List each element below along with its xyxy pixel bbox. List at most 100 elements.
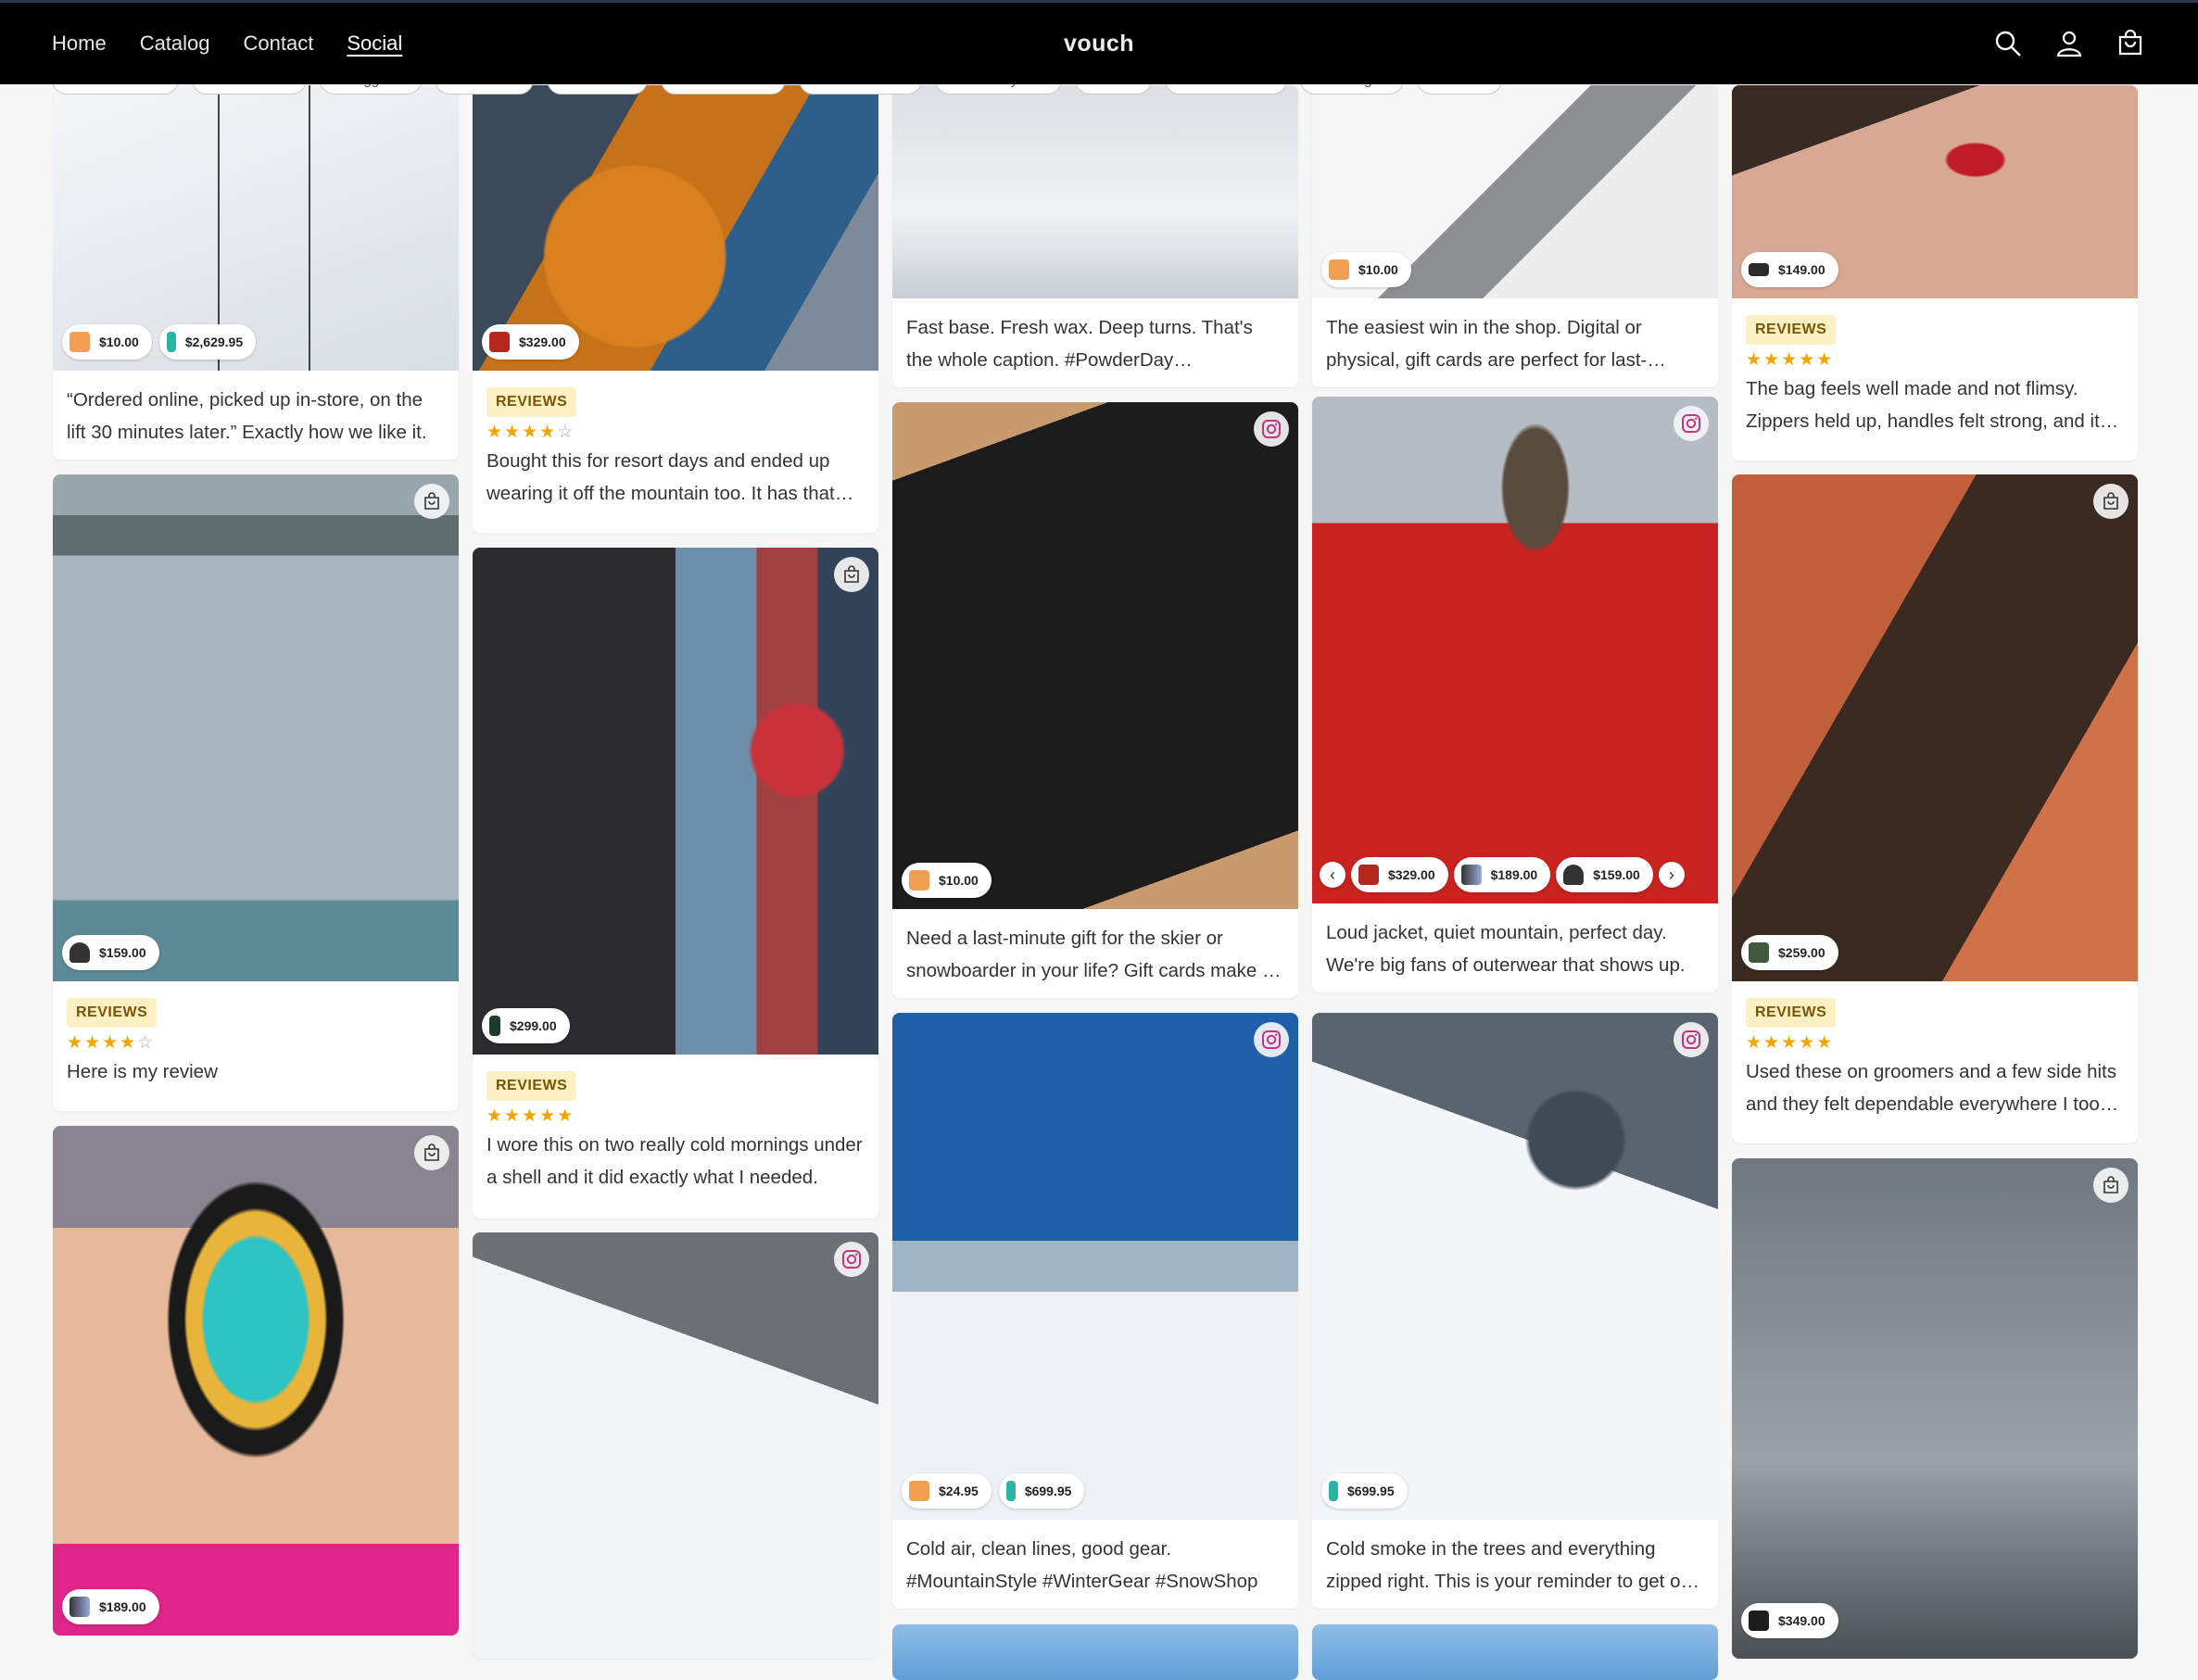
post-image[interactable]: $149.00 (1732, 85, 2138, 298)
instagram-icon[interactable] (1674, 1022, 1709, 1057)
binding-thumb (1749, 942, 1769, 963)
product-tag[interactable]: $159.00 (62, 935, 159, 970)
shop-bag-icon[interactable] (2093, 1168, 2129, 1203)
post-image[interactable]: $24.95 $699.95 (892, 1013, 1298, 1520)
cart-icon[interactable] (2115, 28, 2146, 59)
product-tag[interactable]: $10.00 (902, 863, 992, 898)
nav-contact[interactable]: Contact (244, 32, 314, 56)
account-icon[interactable] (2053, 28, 2085, 59)
ugc-post-card[interactable]: $349.00 (1732, 1158, 2138, 1659)
post-caption: Cold smoke in the trees and everything z… (1326, 1538, 1697, 1592)
bottle-thumb (489, 1016, 500, 1036)
post-image[interactable]: $10.00 (892, 402, 1298, 909)
review-card[interactable]: $259.00 REVIEWS ★★★★★ Used these on groo… (1732, 474, 2138, 1143)
ugc-post-card[interactable]: $10.00 The easiest win in the shop. Digi… (1312, 85, 1718, 387)
giftcard-thumb (909, 1481, 929, 1501)
post-image[interactable] (1312, 1624, 1718, 1680)
review-text: Here is my review (67, 1061, 218, 1082)
jacket-thumb (1358, 865, 1379, 885)
product-tag[interactable]: $299.00 (482, 1008, 570, 1043)
chevron-right-icon[interactable]: › (1658, 862, 1685, 888)
product-tag[interactable]: $699.95 (1321, 1473, 1408, 1509)
reviews-badge: REVIEWS (67, 998, 158, 1028)
boots-thumb (1749, 1611, 1769, 1631)
review-text: The bag feels well made and not flimsy. … (1746, 378, 2120, 432)
post-image[interactable] (892, 85, 1298, 298)
post-caption: Fast base. Fresh wax. Deep turns. That's… (906, 317, 1253, 371)
review-card[interactable]: $149.00 REVIEWS ★★★★★ The bag feels well… (1732, 85, 2138, 461)
post-image[interactable]: $10.00 $2,629.95 (53, 85, 459, 371)
reviews-badge: REVIEWS (1746, 315, 1837, 345)
product-tag[interactable]: $329.00 (482, 324, 579, 360)
post-image[interactable]: $349.00 (1732, 1158, 2138, 1659)
post-image[interactable]: $259.00 (1732, 474, 2138, 981)
product-tag[interactable]: $189.00 (62, 1589, 159, 1624)
review-card[interactable]: $329.00 REVIEWS ★★★★☆ Bought this for re… (473, 85, 878, 533)
product-tag[interactable]: $189.00 (1453, 857, 1551, 892)
instagram-icon[interactable] (1674, 406, 1709, 441)
post-image[interactable]: $329.00 (473, 85, 878, 371)
product-tag[interactable]: $2,629.95 (158, 324, 257, 360)
goggles-thumb (69, 1597, 90, 1617)
instagram-icon[interactable] (834, 1242, 869, 1277)
instagram-icon[interactable] (1254, 411, 1289, 447)
giftcard-thumb (909, 870, 929, 891)
nav-home[interactable]: Home (52, 32, 107, 56)
shop-bag-icon[interactable] (414, 484, 449, 519)
reviews-badge: REVIEWS (486, 387, 577, 417)
ugc-post-card[interactable]: ‹ $329.00 $189.00 $159.00 › Loud jacket,… (1312, 397, 1718, 992)
post-caption: “Ordered online, picked up in-store, on … (67, 389, 427, 443)
product-tag[interactable]: $159.00 (1556, 857, 1653, 892)
post-caption: Loud jacket, quiet mountain, perfect day… (1326, 922, 1686, 976)
brand-logo[interactable]: vouch (1064, 3, 1134, 84)
goggles-thumb (1460, 865, 1482, 885)
post-image[interactable]: $189.00 (53, 1126, 459, 1636)
shop-bag-icon[interactable] (834, 557, 869, 592)
header-actions (1992, 3, 2146, 84)
product-tag[interactable]: $699.95 (998, 1473, 1085, 1509)
product-tag[interactable]: $149.00 (1741, 252, 1838, 287)
review-card[interactable]: $299.00 REVIEWS ★★★★★ I wore this on two… (473, 548, 878, 1219)
post-image[interactable]: $10.00 (1312, 85, 1718, 298)
ugc-post-card[interactable]: $10.00 Need a last-minute gift for the s… (892, 402, 1298, 998)
ugc-post-card[interactable]: $189.00 (53, 1126, 459, 1636)
ugc-post-card[interactable]: $24.95 $699.95 Cold air, clean lines, go… (892, 1013, 1298, 1609)
product-tag[interactable]: $10.00 (62, 324, 152, 360)
nav-catalog[interactable]: Catalog (140, 32, 210, 56)
review-card[interactable]: $159.00 REVIEWS ★★★★☆ Here is my review (53, 474, 459, 1111)
nav-social[interactable]: Social (347, 32, 402, 56)
jacket-thumb (489, 332, 510, 352)
site-header: Home Catalog Contact Social vouch (0, 0, 2198, 84)
ugc-post-card[interactable] (473, 1232, 878, 1659)
product-tag[interactable]: $24.95 (902, 1473, 992, 1509)
star-rating: ★★★★★ (486, 1106, 575, 1126)
product-tag[interactable]: $259.00 (1741, 935, 1838, 970)
shop-bag-icon[interactable] (2093, 484, 2129, 519)
main-nav: Home Catalog Contact Social (52, 3, 402, 84)
helmet-thumb (69, 942, 90, 963)
product-tag[interactable]: $349.00 (1741, 1603, 1838, 1638)
ugc-post-card[interactable] (892, 1624, 1298, 1680)
post-image[interactable] (473, 1232, 878, 1659)
star-rating: ★★★★☆ (486, 423, 575, 442)
post-image[interactable]: $159.00 (53, 474, 459, 981)
ugc-post-card[interactable] (1312, 1624, 1718, 1680)
post-image[interactable]: $699.95 (1312, 1013, 1718, 1520)
search-icon[interactable] (1992, 28, 2024, 59)
post-image[interactable] (892, 1624, 1298, 1680)
post-image[interactable]: $299.00 (473, 548, 878, 1055)
helmet-thumb (1563, 865, 1585, 885)
chevron-left-icon[interactable]: ‹ (1320, 862, 1345, 888)
ugc-post-card[interactable]: Fast base. Fresh wax. Deep turns. That's… (892, 85, 1298, 387)
product-tag[interactable]: $329.00 (1351, 857, 1448, 892)
post-image[interactable]: ‹ $329.00 $189.00 $159.00 › (1312, 397, 1718, 903)
reviews-badge: REVIEWS (1746, 998, 1837, 1028)
instagram-icon[interactable] (1254, 1022, 1289, 1057)
review-text: Used these on groomers and a few side hi… (1746, 1061, 2116, 1115)
post-caption: Need a last-minute gift for the skier or… (906, 928, 1272, 981)
snowboard-thumb (166, 332, 176, 352)
shop-bag-icon[interactable] (414, 1135, 449, 1170)
product-tag[interactable]: $10.00 (1321, 252, 1411, 287)
ugc-post-card[interactable]: $10.00 $2,629.95 “Ordered online, picked… (53, 85, 459, 460)
ugc-post-card[interactable]: $699.95 Cold smoke in the trees and ever… (1312, 1013, 1718, 1609)
